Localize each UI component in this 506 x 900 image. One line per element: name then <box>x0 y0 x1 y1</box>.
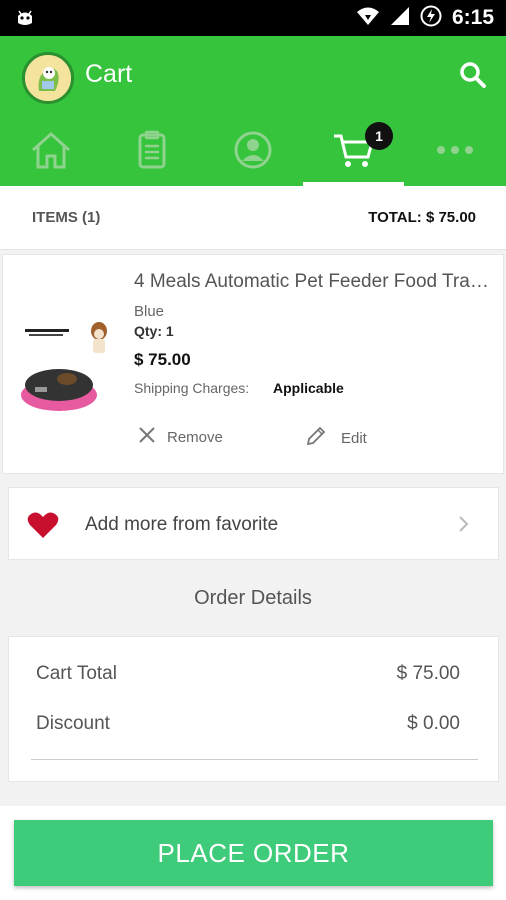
edit-button[interactable]: Edit <box>305 425 367 451</box>
pencil-icon <box>305 425 327 451</box>
shipping-value: Applicable <box>273 380 344 396</box>
order-details-title: Order Details <box>194 587 312 609</box>
tab-account[interactable] <box>202 124 303 186</box>
tab-cart[interactable]: 1 <box>303 122 404 186</box>
cart-total-label: Cart Total <box>36 663 117 684</box>
product-image[interactable] <box>17 303 127 421</box>
status-bar: 6:15 <box>0 0 506 36</box>
shipping-label: Shipping Charges: <box>134 380 250 396</box>
status-time: 6:15 <box>451 6 494 29</box>
battery-charging-icon <box>420 5 442 32</box>
product-qty: Qty: 1 <box>134 323 174 339</box>
tab-home[interactable] <box>0 124 101 186</box>
product-price: $ 75.00 <box>134 350 191 369</box>
product-color: Blue <box>134 303 165 320</box>
tab-bar: 1 <box>0 122 506 186</box>
remove-button[interactable]: Remove <box>137 425 223 449</box>
cart-total: TOTAL: $ 75.00 <box>368 209 476 226</box>
app-logo[interactable] <box>22 52 74 104</box>
edit-label: Edit <box>341 429 367 447</box>
chevron-right-icon <box>458 515 470 533</box>
clipboard-icon <box>132 130 172 175</box>
product-name[interactable]: 4 Meals Automatic Pet Feeder Food Tray w… <box>134 271 496 293</box>
favorite-label: Add more from favorite <box>85 514 279 535</box>
tab-orders[interactable] <box>101 124 202 186</box>
search-icon[interactable] <box>458 60 488 90</box>
home-icon <box>29 130 73 175</box>
close-icon <box>137 425 157 449</box>
discount-value: $ 0.00 <box>407 713 460 734</box>
remove-label: Remove <box>167 428 223 446</box>
heart-icon <box>27 511 59 539</box>
place-order-button[interactable]: PLACE ORDER <box>14 820 493 886</box>
cart-total-value: $ 75.00 <box>396 663 460 684</box>
more-icon <box>433 130 477 175</box>
items-count: ITEMS (1) <box>32 209 101 226</box>
user-icon <box>233 130 273 175</box>
cart-summary: ITEMS (1) TOTAL: $ 75.00 <box>0 186 506 250</box>
cart-badge: 1 <box>365 122 393 150</box>
cart-item: 4 Meals Automatic Pet Feeder Food Tray w… <box>2 254 504 474</box>
signal-icon <box>390 6 410 31</box>
add-from-favorite[interactable]: Add more from favorite <box>8 487 499 560</box>
divider <box>31 759 478 760</box>
tab-more[interactable] <box>404 124 505 186</box>
discount-label: Discount <box>36 713 110 734</box>
order-details-card: Cart Total $ 75.00 Discount $ 0.00 <box>8 636 499 782</box>
app-header: Cart 1 <box>0 36 506 186</box>
page-title: Cart <box>85 60 133 88</box>
wifi-icon <box>356 6 380 31</box>
android-debug-icon <box>14 7 36 29</box>
